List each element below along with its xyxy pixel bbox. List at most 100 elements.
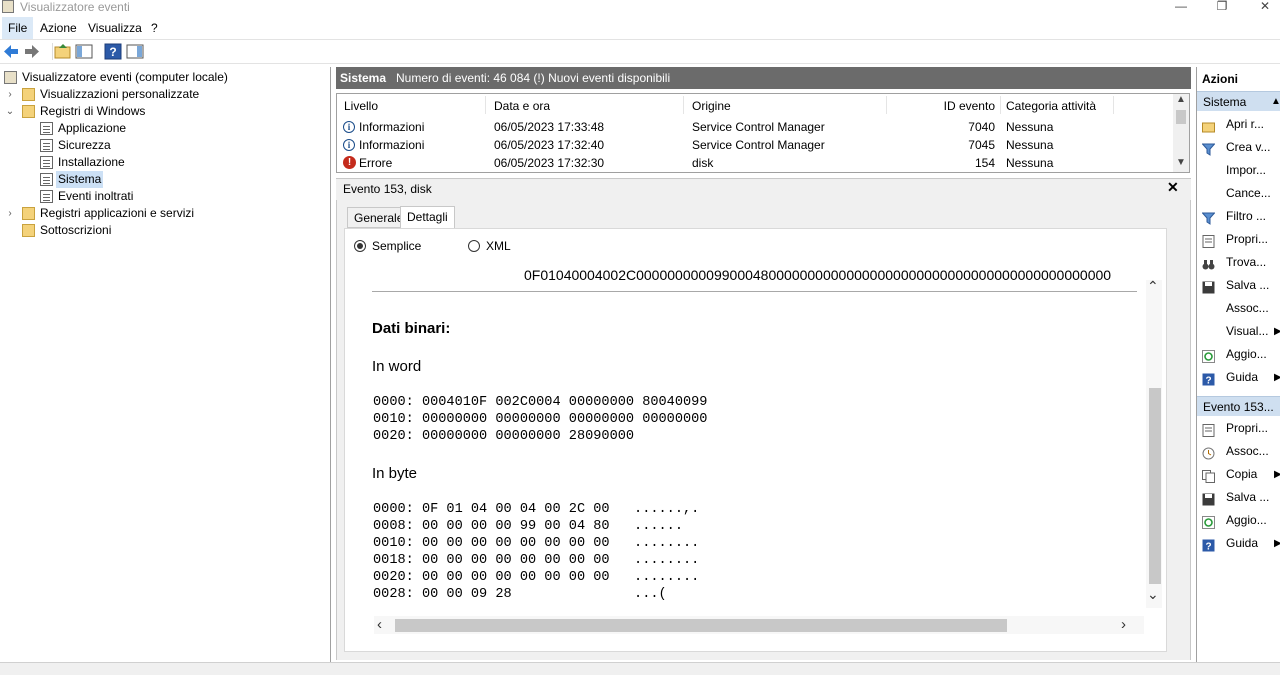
tree-item-installazione[interactable]: Installazione: [0, 154, 330, 171]
scroll-left-chevron-icon[interactable]: ‹: [377, 616, 382, 633]
column-separator[interactable]: [1000, 96, 1001, 114]
action-item[interactable]: Assoc...: [1197, 297, 1280, 320]
menu-help[interactable]: ?: [145, 17, 164, 39]
status-bar: [0, 662, 1280, 675]
col-header-event-id[interactable]: ID evento: [897, 97, 995, 115]
section-label: Evento 153...: [1203, 400, 1274, 414]
copy-icon: [1202, 468, 1215, 483]
table-row-selected[interactable]: ! Errore 06/05/2023 17:32:30 disk 154 Ne…: [337, 154, 1173, 172]
expand-chevron-icon[interactable]: ›: [5, 86, 15, 103]
collapse-chevron-icon[interactable]: ⌄: [5, 103, 15, 120]
radio-xml-label[interactable]: XML: [486, 239, 511, 253]
action-item[interactable]: Impor...: [1197, 159, 1280, 182]
radio-semplice-label[interactable]: Semplice: [372, 239, 421, 253]
action-item[interactable]: Assoc...: [1197, 440, 1280, 463]
scroll-up-arrow-icon[interactable]: ▲: [1176, 94, 1186, 105]
radio-semplice[interactable]: [354, 240, 366, 252]
menu-azione[interactable]: Azione: [34, 17, 83, 39]
tree-item-sistema[interactable]: Sistema: [0, 171, 330, 188]
col-header-source[interactable]: Origine: [692, 97, 731, 115]
col-header-level[interactable]: Livello: [344, 97, 378, 115]
column-separator[interactable]: [1113, 96, 1114, 114]
actions-section-evento[interactable]: Evento 153...: [1197, 396, 1280, 416]
restore-button[interactable]: ❐: [1207, 0, 1237, 14]
actions-section-sistema[interactable]: Sistema ▲: [1197, 91, 1280, 111]
scroll-down-chevron-icon[interactable]: ⌄: [1147, 586, 1159, 603]
tree-apps-services[interactable]: › Registri applicazioni e servizi: [0, 205, 330, 222]
subscriptions-icon: [22, 224, 35, 237]
log-icon: [40, 139, 53, 152]
event-viewer-app-icon: [2, 0, 14, 13]
event-viewer-icon: [4, 71, 17, 84]
tab-dettagli[interactable]: Dettagli: [400, 206, 455, 229]
table-row[interactable]: i Informazioni 06/05/2023 17:32:40 Servi…: [337, 136, 1173, 154]
log-header-bar: Sistema Numero di eventi: 46 084 (!) Nuo…: [336, 67, 1191, 89]
cell-date: 06/05/2023 17:32:40: [494, 138, 605, 152]
tree-item-label: Sicurezza: [58, 138, 111, 152]
folder-icon: [22, 207, 35, 220]
details-scroll-view[interactable]: 0F01040004002C00000000009900048000000000…: [362, 262, 1146, 616]
scroll-down-arrow-icon[interactable]: ▼: [1176, 157, 1186, 168]
action-label: Aggio...: [1226, 347, 1267, 361]
horizontal-scrollbar-thumb[interactable]: [395, 619, 1007, 632]
show-hide-tree-icon[interactable]: [75, 43, 93, 60]
action-item[interactable]: Salva ...: [1197, 486, 1280, 509]
folder-up-icon[interactable]: [54, 43, 72, 60]
menu-file[interactable]: File: [2, 17, 34, 39]
tree-windows-logs[interactable]: ⌄ Registri di Windows: [0, 103, 330, 120]
action-item[interactable]: Copia ▶: [1197, 463, 1280, 486]
tree-item-label: Installazione: [58, 155, 125, 169]
save-icon: [1202, 279, 1215, 294]
close-detail-icon[interactable]: ✕: [1167, 179, 1179, 196]
action-item[interactable]: Cance...: [1197, 182, 1280, 205]
back-arrow-icon[interactable]: [2, 43, 20, 60]
scrollbar-thumb[interactable]: [1176, 110, 1186, 124]
action-item[interactable]: Salva ...: [1197, 274, 1280, 297]
forward-arrow-icon[interactable]: [23, 43, 41, 60]
bytes-title: In byte: [372, 465, 418, 482]
task-icon: [1202, 445, 1215, 460]
col-header-category[interactable]: Categoria attività: [1006, 97, 1096, 115]
show-hide-actions-icon[interactable]: [126, 43, 144, 60]
folder-icon: [22, 105, 35, 118]
word-line: 0020: 00000000 00000000 28090000: [373, 429, 635, 444]
col-header-date[interactable]: Data e ora: [494, 97, 550, 115]
column-separator[interactable]: [683, 96, 684, 114]
expand-chevron-icon[interactable]: ›: [5, 205, 15, 222]
column-separator[interactable]: [485, 96, 486, 114]
menu-visualizza[interactable]: Visualizza: [82, 17, 148, 39]
vertical-scrollbar-thumb[interactable]: [1149, 388, 1161, 584]
action-item[interactable]: Propri...: [1197, 228, 1280, 251]
tree-item-eventi-inoltrati[interactable]: Eventi inoltrati: [0, 188, 330, 205]
column-separator[interactable]: [886, 96, 887, 114]
tree-item-applicazione[interactable]: Applicazione: [0, 120, 330, 137]
collapse-up-icon[interactable]: ▲: [1271, 92, 1280, 112]
scroll-right-chevron-icon[interactable]: ›: [1121, 616, 1126, 633]
tree-item-sicurezza[interactable]: Sicurezza: [0, 137, 330, 154]
help-icon[interactable]: ?: [104, 43, 122, 60]
action-item[interactable]: Aggio...: [1197, 343, 1280, 366]
tree-custom-views[interactable]: › Visualizzazioni personalizzate: [0, 86, 330, 103]
close-button[interactable]: ✕: [1250, 0, 1280, 14]
event-list-scrollbar[interactable]: ▲ ▼: [1173, 94, 1189, 172]
minimize-button[interactable]: —: [1166, 0, 1196, 14]
action-item[interactable]: Apri r...: [1197, 113, 1280, 136]
action-item[interactable]: ? Guida ▶: [1197, 532, 1280, 555]
action-item[interactable]: Filtro ...: [1197, 205, 1280, 228]
action-item[interactable]: Propri...: [1197, 417, 1280, 440]
scroll-up-chevron-icon[interactable]: ⌃: [1147, 278, 1159, 295]
radio-xml[interactable]: [468, 240, 480, 252]
tree-item-label: Applicazione: [58, 121, 127, 135]
action-item[interactable]: Visual... ▶: [1197, 320, 1280, 343]
tree-root[interactable]: Visualizzatore eventi (computer locale): [0, 69, 330, 86]
action-item[interactable]: Crea v...: [1197, 136, 1280, 159]
word-line: 0000: 0004010F 002C0004 00000000 8004009…: [373, 395, 708, 410]
action-item[interactable]: ? Guida ▶: [1197, 366, 1280, 389]
table-row[interactable]: i Informazioni 06/05/2023 17:33:48 Servi…: [337, 118, 1173, 136]
error-icon: !: [343, 156, 356, 169]
submenu-arrow-icon: ▶: [1274, 538, 1280, 549]
action-item[interactable]: Aggio...: [1197, 509, 1280, 532]
word-line: 0010: 00000000 00000000 00000000 0000000…: [373, 412, 708, 427]
action-item[interactable]: Trova...: [1197, 251, 1280, 274]
tree-subscriptions[interactable]: Sottoscrizioni: [0, 222, 330, 239]
